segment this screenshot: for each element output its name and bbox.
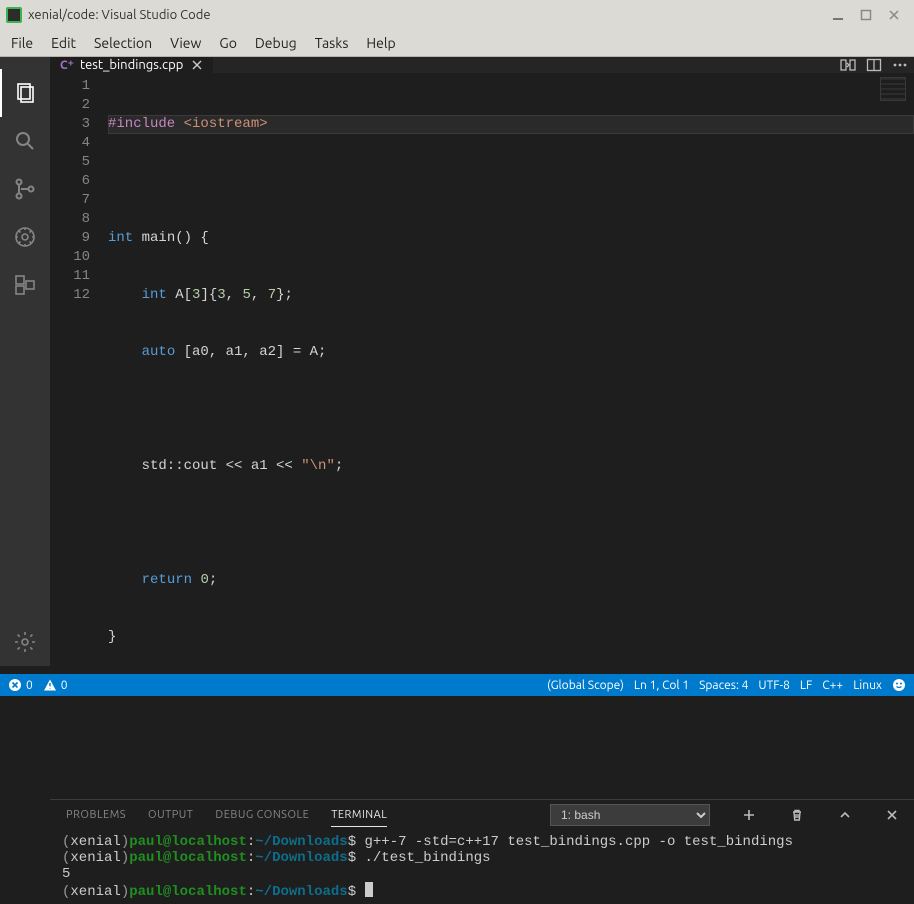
- status-os[interactable]: Linux: [853, 679, 882, 692]
- menu-file[interactable]: File: [2, 31, 42, 55]
- panel-tabs: PROBLEMS OUTPUT DEBUG CONSOLE TERMINAL 1…: [50, 800, 914, 830]
- maximize-panel-icon[interactable]: [838, 808, 852, 822]
- explorer-icon[interactable]: [0, 69, 50, 117]
- panel-tab-output[interactable]: OUTPUT: [148, 804, 193, 826]
- compare-icon[interactable]: [840, 57, 856, 73]
- split-editor-icon[interactable]: [866, 57, 882, 73]
- tab-close-icon[interactable]: [191, 59, 203, 71]
- menu-view[interactable]: View: [161, 31, 210, 55]
- source-control-icon[interactable]: [0, 165, 50, 213]
- menu-tasks[interactable]: Tasks: [306, 31, 358, 55]
- os-titlebar: xenial/code: Visual Studio Code: [0, 0, 914, 30]
- warning-icon: [43, 678, 57, 692]
- status-language[interactable]: C++: [822, 679, 843, 692]
- menu-debug[interactable]: Debug: [246, 31, 306, 55]
- status-scope[interactable]: (Global Scope): [547, 679, 624, 692]
- terminal-cursor: [365, 882, 373, 897]
- status-warnings[interactable]: 0: [43, 678, 68, 692]
- status-cursor-pos[interactable]: Ln 1, Col 1: [634, 679, 689, 692]
- close-panel-icon[interactable]: [886, 809, 898, 821]
- status-eol[interactable]: LF: [800, 679, 812, 692]
- minimap[interactable]: [880, 77, 906, 101]
- minimize-button[interactable]: [824, 1, 852, 29]
- error-icon: [8, 678, 22, 692]
- terminal-shell-select[interactable]: 1: bash: [550, 804, 710, 826]
- search-icon[interactable]: [0, 117, 50, 165]
- status-feedback-icon[interactable]: [892, 678, 906, 692]
- editor-actions: [834, 57, 914, 73]
- panel-tab-debug[interactable]: DEBUG CONSOLE: [215, 804, 309, 826]
- menu-selection[interactable]: Selection: [85, 31, 161, 55]
- activity-bar: [0, 57, 50, 666]
- menubar: File Edit Selection View Go Debug Tasks …: [0, 30, 914, 57]
- kill-terminal-icon[interactable]: [790, 808, 804, 822]
- more-actions-icon[interactable]: [892, 57, 908, 73]
- editor-tabs: C⁺ test_bindings.cpp: [50, 57, 914, 73]
- app-logo-icon: [6, 7, 22, 23]
- terminal[interactable]: (xenial)paul@localhost:~/Downloads$ g++-…: [50, 830, 914, 904]
- tab-filename: test_bindings.cpp: [80, 58, 183, 72]
- extensions-icon[interactable]: [0, 261, 50, 309]
- status-errors[interactable]: 0: [8, 678, 33, 692]
- debug-icon[interactable]: [0, 213, 50, 261]
- panel-tab-problems[interactable]: PROBLEMS: [66, 804, 126, 826]
- cpp-file-icon: C⁺: [60, 58, 74, 72]
- status-bar: 0 0 (Global Scope) Ln 1, Col 1 Spaces: 4…: [0, 674, 914, 696]
- new-terminal-icon[interactable]: [742, 808, 756, 822]
- panel: PROBLEMS OUTPUT DEBUG CONSOLE TERMINAL 1…: [50, 799, 914, 904]
- status-encoding[interactable]: UTF-8: [758, 679, 789, 692]
- menu-go[interactable]: Go: [210, 31, 245, 55]
- panel-tab-terminal[interactable]: TERMINAL: [331, 804, 387, 827]
- menu-help[interactable]: Help: [357, 31, 404, 55]
- tab-file[interactable]: C⁺ test_bindings.cpp: [50, 57, 214, 73]
- maximize-button[interactable]: [852, 1, 880, 29]
- menu-edit[interactable]: Edit: [42, 31, 85, 55]
- status-indent[interactable]: Spaces: 4: [699, 679, 748, 692]
- settings-gear-icon[interactable]: [0, 618, 50, 666]
- close-window-button[interactable]: [880, 1, 908, 29]
- window-title: xenial/code: Visual Studio Code: [28, 8, 824, 22]
